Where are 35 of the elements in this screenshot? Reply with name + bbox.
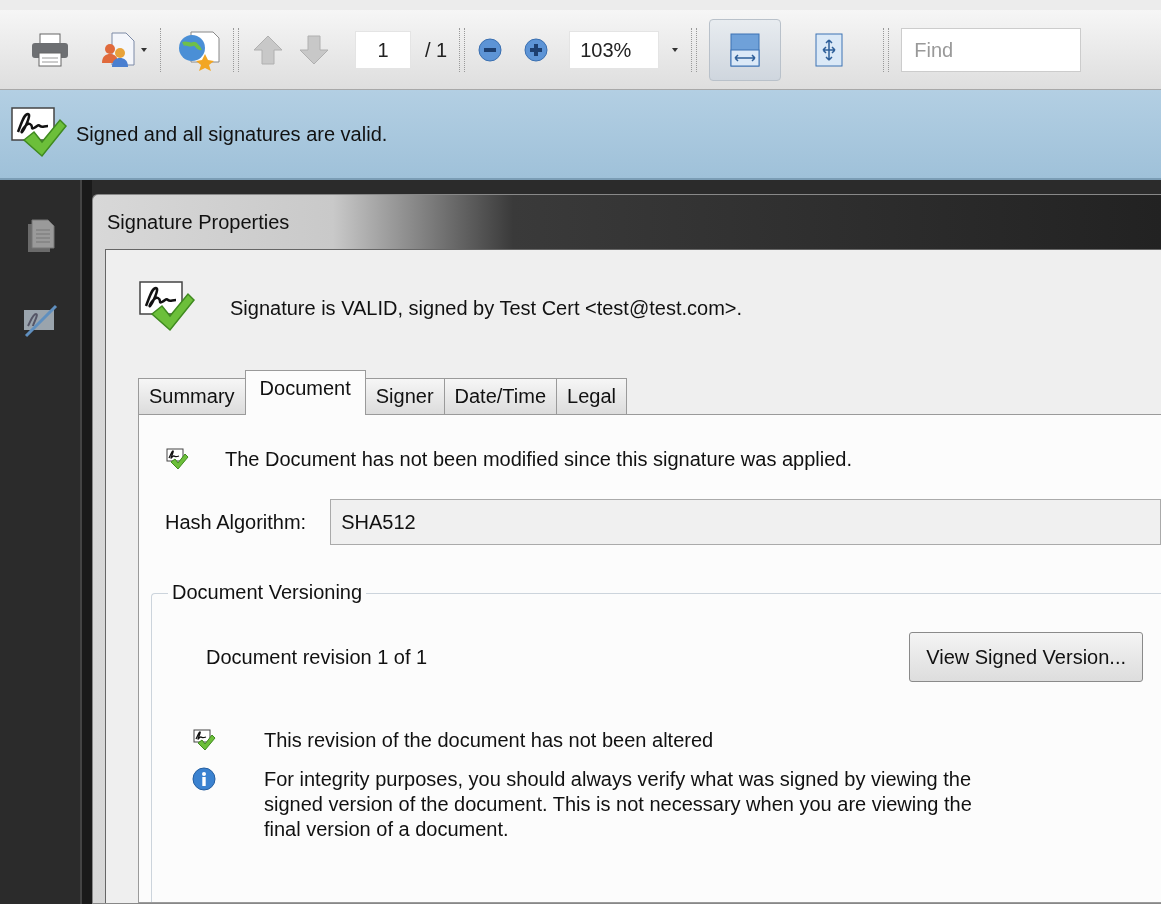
document-status-message: The Document has not been modified since this signature was applied. [225,447,853,471]
page-number-field[interactable]: 1 [355,31,411,69]
revision-text: Document revision 1 of 1 [206,645,428,669]
signature-pen-icon[interactable] [22,302,58,338]
signature-status-message: Signature is VALID, signed by Test Cert <test@test.com>. [230,296,743,320]
tab[interactable]: Signer [364,378,445,414]
fit-width-icon [728,32,763,68]
globe-document-icon[interactable] [177,28,221,72]
fit-page-icon [814,32,845,68]
signature-status-message: Signed and all signatures are valid. [76,122,388,146]
tab[interactable]: Document [244,370,366,415]
zoom-field[interactable]: 103% [569,31,660,69]
tab[interactable]: Summary [138,378,246,414]
note-text: For integrity purposes, you should always verify what was signed by viewing the signed version of the document. This is not necessary when you are viewing the final version of a document. [264,767,973,842]
group-legend: Document Versioning [168,581,367,604]
printer-icon[interactable] [30,32,70,68]
hash-algorithm-field: SHA512 [330,499,1161,545]
info-icon [192,767,216,791]
signature-check-icon [192,728,216,752]
signature-check-icon [165,447,189,471]
page-count: / 1 [425,38,448,62]
find-field[interactable]: Find [901,28,1082,72]
caret-icon[interactable] [671,47,680,53]
hash-algorithm-label: Hash Algorithm: [165,510,307,534]
view-mode-button[interactable] [709,19,782,81]
view-signed-version-button[interactable]: View Signed Version... [909,632,1143,682]
dialog-title: Signature Properties [107,210,290,234]
note-text: This revision of the document has not been altered [264,728,714,753]
tab[interactable]: Date/Time [443,378,558,414]
pages-icon[interactable] [25,218,55,254]
zoom-out-icon[interactable] [477,37,504,63]
tab[interactable]: Legal [556,378,627,414]
document-people-icon[interactable] [100,31,136,69]
caret-icon[interactable] [140,47,148,53]
zoom-in-icon[interactable] [523,37,550,63]
